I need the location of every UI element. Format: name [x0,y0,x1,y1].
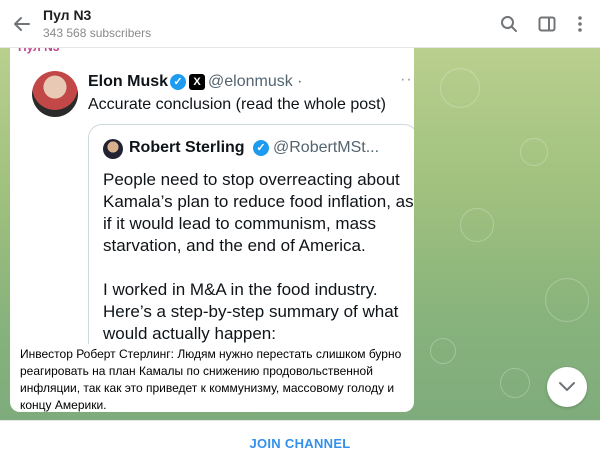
message-bubble: Elon Musk ✓ X @elonmusk · ··· Accurate c… [10,40,414,412]
x-logo-icon: X [189,74,205,90]
tweet-screenshot[interactable]: Elon Musk ✓ X @elonmusk · ··· Accurate c… [20,54,414,344]
channel-title[interactable]: Пул N3 [43,7,91,23]
tweet-author-handle: @elonmusk · [208,73,303,90]
back-arrow-icon[interactable] [8,10,36,38]
avatar [32,71,78,117]
tweet-author-name: Elon Musk [88,73,169,90]
join-channel-button[interactable]: JOIN CHANNEL [249,436,350,451]
quote-paragraph: People need to stop overreacting about K… [103,170,414,255]
quote-author-handle: @RobertMSt... [273,139,380,156]
quote-body: People need to stop overreacting about K… [103,169,414,344]
footer-bar: JOIN CHANNEL [0,420,600,465]
search-icon[interactable] [495,10,523,38]
more-vertical-icon[interactable] [566,10,594,38]
chat-header: Пул N3 343 568 subscribers [0,0,600,48]
quoted-tweet: Robert Sterling ✓ @RobertMSt... People n… [88,124,414,344]
sidebar-icon[interactable] [533,10,561,38]
quote-author-name: Robert Sterling [129,139,245,156]
subscriber-count: 343 568 subscribers [43,26,152,40]
avatar [103,139,123,159]
message-caption: Инвестор Роберт Стерлинг: Людям нужно пе… [20,347,402,412]
chevron-down-icon [559,382,575,391]
more-icon: ··· [400,71,414,88]
scroll-down-button[interactable] [547,367,587,407]
verified-badge-icon: ✓ [253,140,269,156]
quote-paragraph: I worked in M&A in the food industry. He… [103,280,399,343]
tweet-text: Accurate conclusion (read the whole post… [88,96,386,113]
verified-badge-icon: ✓ [170,74,186,90]
